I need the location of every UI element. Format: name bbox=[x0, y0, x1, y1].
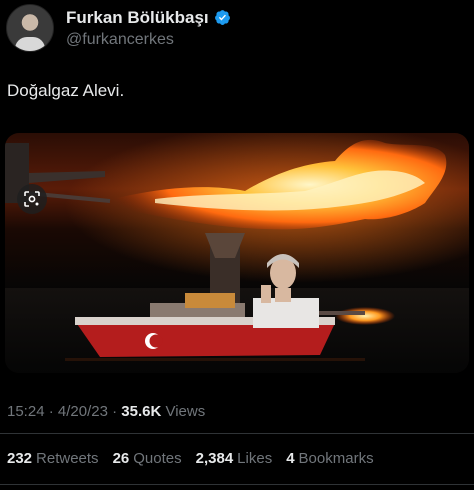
engagement-stats: 232 Retweets 26 Quotes 2,384 Likes 4 Bookmar… bbox=[7, 450, 388, 467]
lens-glyph bbox=[24, 191, 40, 207]
name-row: Furkan Bölükbaşı bbox=[66, 8, 231, 28]
retweets-label: Retweets bbox=[36, 450, 99, 467]
quotes-count: 26 bbox=[112, 450, 130, 467]
author-info: Furkan Bölükbaşı @furkancerkes bbox=[66, 8, 231, 49]
google-lens-icon[interactable] bbox=[17, 184, 47, 214]
divider bbox=[0, 433, 474, 434]
views-label: Views bbox=[165, 403, 206, 420]
media-photo bbox=[5, 133, 469, 373]
likes-label: Likes bbox=[237, 450, 273, 467]
likes-stat[interactable]: 2,384 Likes bbox=[196, 450, 273, 467]
tweet-meta: 15:24 · 4/20/23 · 35.6K Views bbox=[7, 403, 205, 420]
verified-badge-icon bbox=[214, 10, 230, 25]
meta-separator: · bbox=[112, 403, 118, 420]
quotes-label: Quotes bbox=[133, 450, 182, 467]
bookmarks-label: Bookmarks bbox=[298, 450, 374, 467]
bookmarks-stat[interactable]: 4 Bookmarks bbox=[286, 450, 373, 467]
author-handle[interactable]: @furkancerkes bbox=[66, 31, 231, 49]
tweet-date[interactable]: 4/20/23 bbox=[58, 403, 108, 420]
retweets-count: 232 bbox=[7, 450, 33, 467]
tweet-time[interactable]: 15:24 bbox=[7, 403, 45, 420]
tweet-media-image[interactable] bbox=[5, 133, 469, 373]
bookmarks-count: 4 bbox=[286, 450, 295, 467]
meta-separator: · bbox=[48, 403, 54, 420]
author-name[interactable]: Furkan Bölükbaşı bbox=[66, 8, 209, 28]
tweet-header: Furkan Bölükbaşı @furkancerkes bbox=[6, 4, 231, 52]
views-count: 35.6K bbox=[121, 403, 162, 420]
likes-count: 2,384 bbox=[195, 450, 234, 467]
avatar[interactable] bbox=[6, 4, 54, 52]
retweets-stat[interactable]: 232 Retweets bbox=[7, 450, 99, 467]
tweet-text: Doğalgaz Alevi. bbox=[7, 81, 125, 100]
divider bbox=[0, 484, 474, 485]
quotes-stat[interactable]: 26 Quotes bbox=[113, 450, 182, 467]
